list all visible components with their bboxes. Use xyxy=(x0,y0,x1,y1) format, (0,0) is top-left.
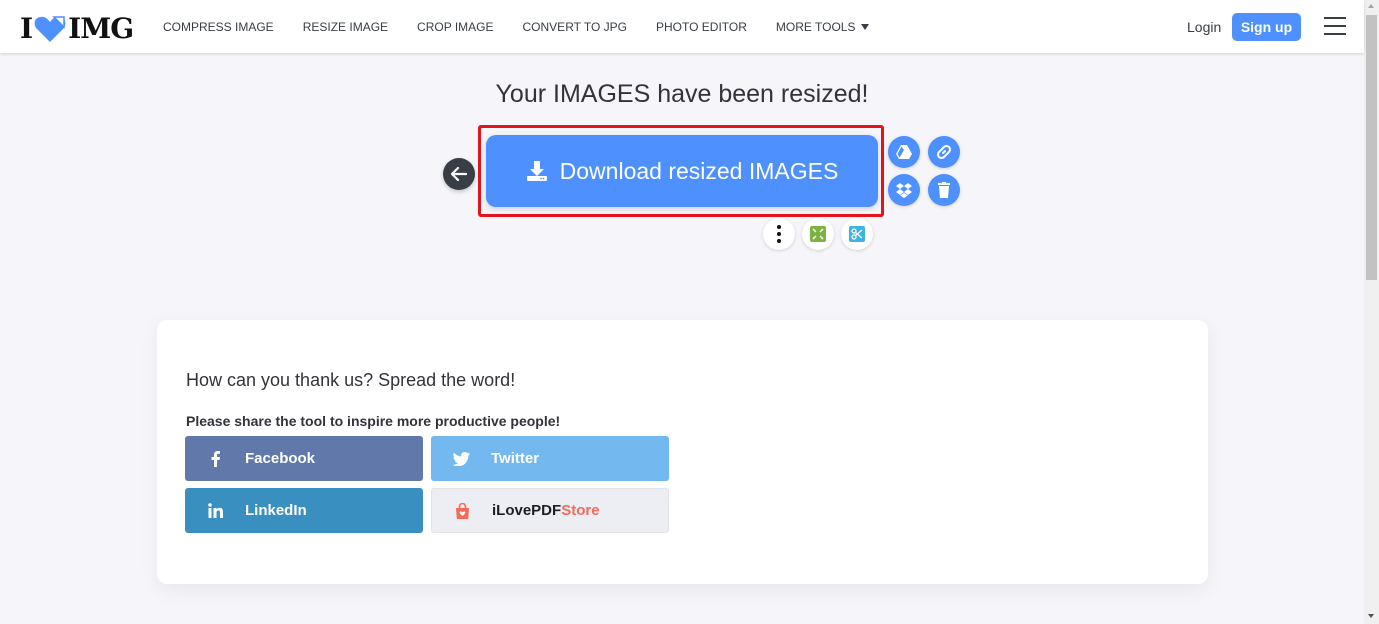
top-navbar: I IMG COMPRESS IMAGE RESIZE IMAGE CROP I… xyxy=(0,0,1364,53)
share-card: How can you thank us? Spread the word! P… xyxy=(157,320,1208,584)
download-button-label: Download resized IMAGES xyxy=(559,157,839,184)
scroll-thumb[interactable] xyxy=(1366,15,1377,280)
share-twitter-button[interactable]: Twitter xyxy=(431,436,669,481)
page-title: Your IMAGES have been resized! xyxy=(495,80,869,108)
crop-tool-icon xyxy=(849,226,865,242)
trash-icon xyxy=(938,182,950,198)
copy-link-button[interactable] xyxy=(928,136,960,168)
store-label-red: Store xyxy=(561,502,600,519)
compress-tool-button[interactable] xyxy=(802,218,834,250)
nav-crop-image[interactable]: CROP IMAGE xyxy=(417,20,493,34)
scrollbar[interactable] xyxy=(1364,0,1379,624)
linkedin-icon xyxy=(207,503,223,518)
compress-tool-icon xyxy=(810,226,826,242)
twitter-label: Twitter xyxy=(491,450,540,467)
share-subheading: Please share the tool to inspire more pr… xyxy=(186,413,561,429)
store-label-black: iLovePDF xyxy=(492,502,562,519)
facebook-label: Facebook xyxy=(245,450,316,467)
store-label: iLovePDFStore xyxy=(492,502,600,519)
heart-icon xyxy=(34,15,66,42)
signup-button[interactable]: Sign up xyxy=(1232,13,1301,41)
delete-button[interactable] xyxy=(928,174,960,206)
ilovepdf-store-button[interactable]: iLovePDFStore xyxy=(431,488,669,533)
nav-photo-editor[interactable]: PHOTO EDITOR xyxy=(656,20,747,34)
share-heading: How can you thank us? Spread the word! xyxy=(186,370,516,390)
download-button[interactable]: Download resized IMAGES xyxy=(486,135,878,207)
save-to-dropbox-button[interactable] xyxy=(888,174,920,206)
nav-more-tools-label: MORE TOOLS xyxy=(775,19,856,34)
twitter-icon xyxy=(452,451,470,466)
logo-text-left: I xyxy=(20,12,33,45)
link-icon xyxy=(936,144,952,160)
scroll-up-arrow-icon[interactable] xyxy=(1368,4,1374,8)
shopping-bag-icon xyxy=(455,502,469,519)
dropbox-icon xyxy=(896,182,912,198)
login-link[interactable]: Login xyxy=(1187,19,1221,35)
hamburger-menu-icon[interactable] xyxy=(1324,17,1346,35)
google-drive-icon xyxy=(896,145,912,159)
download-icon xyxy=(526,161,547,181)
share-linkedin-button[interactable]: LinkedIn xyxy=(185,488,423,533)
nav-resize-image[interactable]: RESIZE IMAGE xyxy=(303,20,388,34)
scroll-down-arrow-icon[interactable] xyxy=(1368,614,1374,618)
more-vertical-icon xyxy=(777,225,781,243)
nav-compress-image[interactable]: COMPRESS IMAGE xyxy=(163,20,274,34)
back-button[interactable] xyxy=(443,158,475,190)
logo-text-right: IMG xyxy=(68,12,134,45)
main-nav: COMPRESS IMAGE RESIZE IMAGE CROP IMAGE C… xyxy=(163,0,898,53)
arrow-left-icon xyxy=(451,167,467,181)
more-options-button[interactable] xyxy=(763,218,795,250)
facebook-icon xyxy=(211,450,220,467)
share-facebook-button[interactable]: Facebook xyxy=(185,436,423,481)
crop-tool-button[interactable] xyxy=(841,218,873,250)
nav-more-tools[interactable]: MORE TOOLS xyxy=(776,20,870,34)
nav-convert-to-jpg[interactable]: CONVERT TO JPG xyxy=(523,20,627,34)
save-to-google-drive-button[interactable] xyxy=(888,136,920,168)
caret-down-icon xyxy=(861,23,870,30)
linkedin-label: LinkedIn xyxy=(245,502,307,519)
logo[interactable]: I IMG xyxy=(20,12,134,45)
